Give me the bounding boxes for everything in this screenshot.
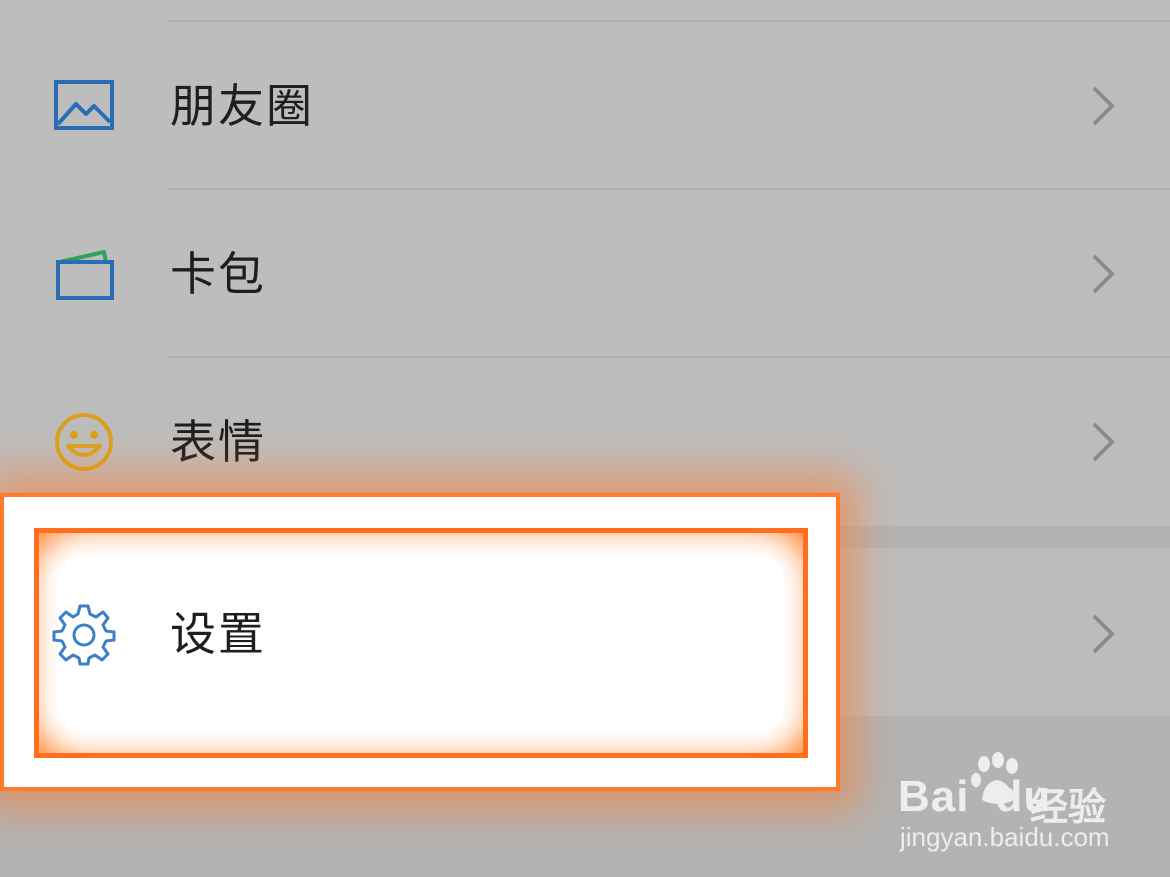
menu-item-moments[interactable]: 朋友圈: [0, 22, 1170, 190]
highlight-glow: [57, 555, 785, 733]
chevron-right-icon: [1088, 612, 1118, 656]
wechat-me-screen: 朋友圈 卡包 表情 设置 Bai du 经验 jingyan.baidu.com: [0, 0, 1170, 877]
chevron-right-icon: [1088, 252, 1118, 296]
card-wallet-icon: [52, 244, 116, 308]
baidu-jingyan-watermark: Bai du 经验 jingyan.baidu.com: [898, 752, 1148, 862]
smiley-face-icon: [52, 410, 116, 474]
menu-item-label: 朋友圈: [170, 79, 314, 133]
chevron-right-icon: [1088, 420, 1118, 464]
watermark-url: jingyan.baidu.com: [900, 822, 1110, 852]
menu-item-label: 表情: [170, 415, 266, 469]
settings-label: 设置: [170, 607, 266, 661]
moments-picture-icon: [52, 74, 116, 138]
gear-icon: [52, 602, 116, 666]
paw-logo-icon: [968, 752, 1026, 810]
menu-item-label: 卡包: [170, 247, 266, 301]
menu-item-card-wallet[interactable]: 卡包: [0, 190, 1170, 358]
chevron-right-icon: [1088, 84, 1118, 128]
watermark-brand-bai: Bai: [898, 772, 970, 821]
highlight-frame: [34, 528, 808, 758]
